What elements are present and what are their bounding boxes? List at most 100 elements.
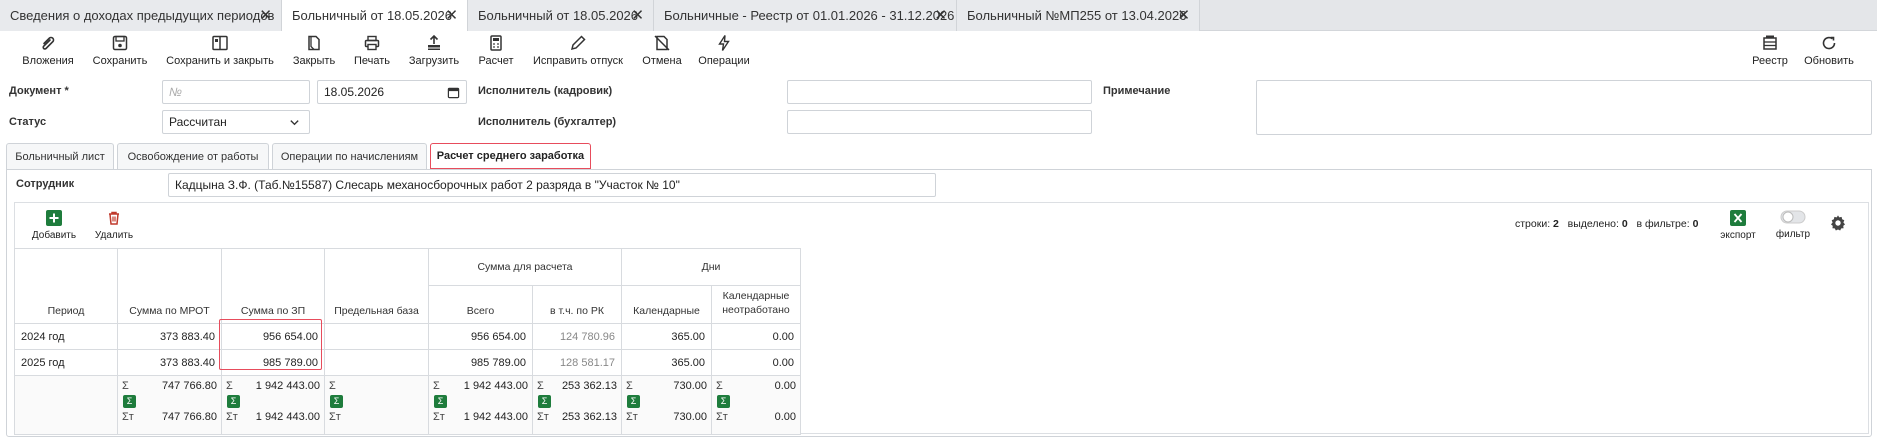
add-button[interactable]: Добавить — [28, 210, 80, 241]
close-button[interactable]: Закрыть — [288, 34, 340, 72]
print-button[interactable]: Печать — [350, 34, 394, 72]
status-select[interactable]: Рассчитан — [162, 110, 310, 134]
tab-accrual-operations[interactable]: Операции по начислениям — [272, 143, 427, 169]
sigma-button[interactable]: Σ — [538, 395, 551, 408]
sum-unworked: Σ 0.00 Σ Σт 0.00 — [711, 375, 801, 435]
doc-tab-label: Больничные - Реестр от 01.01.2026 - 31.1… — [664, 8, 955, 23]
cell-total[interactable]: 985 789.00 — [428, 349, 533, 376]
cancel-button[interactable]: Отмена — [638, 34, 686, 72]
calculate-button[interactable]: Расчет — [474, 34, 518, 72]
tab-work-release[interactable]: Освобождение от работы — [117, 143, 269, 169]
attachments-button[interactable]: Вложения — [20, 34, 76, 72]
gear-icon[interactable] — [1829, 214, 1847, 232]
sigma-icon: Σ — [329, 380, 336, 392]
close-icon[interactable]: ✕ — [259, 8, 272, 23]
employee-label: Сотрудник — [16, 178, 75, 190]
table-row[interactable]: 2025 год 373 883.40 985 789.00 985 789.0… — [14, 349, 801, 376]
sum-mrot: Σ 747 766.80 Σ Σт 747 766.80 — [117, 375, 222, 435]
cell-mrot[interactable]: 373 883.40 — [117, 349, 222, 376]
cell-period[interactable]: 2025 год — [14, 349, 118, 376]
close-document-icon — [308, 35, 320, 51]
paperclip-icon — [42, 36, 55, 50]
note-field[interactable] — [1256, 80, 1872, 135]
sigma-icon: Σ — [226, 380, 233, 392]
fix-vacation-button[interactable]: Исправить отпуск — [528, 34, 628, 72]
refresh-button[interactable]: Обновить — [1802, 34, 1856, 72]
cell-limit[interactable] — [324, 323, 429, 350]
header-mrot[interactable]: Сумма по МРОТ — [117, 248, 222, 324]
header-zp[interactable]: Сумма по ЗП — [221, 248, 325, 324]
close-icon[interactable]: ✕ — [934, 8, 947, 23]
load-button[interactable]: Загрузить — [404, 34, 464, 72]
sum-total: Σ1 942 443.00 Σ Σт 1 942 443.00 — [428, 375, 533, 435]
cell-mrot[interactable]: 373 883.40 — [117, 323, 222, 350]
refresh-icon — [1822, 36, 1836, 50]
filter-toggle[interactable]: фильтр — [1772, 210, 1814, 240]
sigma-button[interactable]: Σ — [717, 395, 730, 408]
toggle-switch-icon — [1780, 210, 1806, 224]
doc-tab-sick-leave[interactable]: Больничный от 18.05.2026 ✕ — [468, 0, 654, 31]
cell-period[interactable]: 2024 год — [14, 323, 118, 350]
registry-button[interactable]: Реестр — [1748, 34, 1792, 72]
doc-tab-income-info[interactable]: Сведения о доходах предыдущих периодов ✕ — [0, 0, 282, 31]
close-icon[interactable]: ✕ — [1177, 8, 1190, 23]
cell-unworked[interactable]: 0.00 — [711, 323, 801, 350]
doc-tab-registry[interactable]: Больничные - Реестр от 01.01.2026 - 31.1… — [654, 0, 957, 31]
excel-icon — [1730, 210, 1746, 226]
lightning-icon — [718, 35, 730, 51]
header-period[interactable]: Период — [14, 248, 118, 324]
floppy-disk-icon — [112, 35, 128, 51]
header-rk[interactable]: в т.ч. по РК — [532, 285, 622, 324]
cell-calendar[interactable]: 365.00 — [621, 349, 712, 376]
totals-row: Σ 747 766.80 Σ Σт 747 766.80 Σ1 942 443.00… — [14, 375, 801, 435]
delete-button[interactable]: Удалить — [92, 210, 136, 241]
cell-rk[interactable]: 124 780.96 — [532, 323, 622, 350]
save-and-close-button[interactable]: Сохранить и закрыть — [164, 34, 276, 72]
sigma-icon: Σ — [122, 380, 129, 392]
table-row[interactable]: 2024 год 373 883.40 956 654.00 956 654.0… — [14, 323, 801, 350]
executor-accountant-field[interactable] — [787, 110, 1092, 134]
sigma-button[interactable]: Σ — [627, 395, 640, 408]
sigma-button[interactable]: Σ — [227, 395, 240, 408]
header-calendar-unworked[interactable]: Календарные неотработано — [711, 285, 801, 324]
save-close-icon — [212, 35, 228, 51]
average-earnings-table: Период Сумма по МРОТ Сумма по ЗП Предель… — [14, 248, 801, 435]
close-icon[interactable]: ✕ — [445, 8, 458, 23]
cell-unworked[interactable]: 0.00 — [711, 349, 801, 376]
note-label: Примечание — [1103, 85, 1171, 97]
tab-sick-leave-sheet[interactable]: Больничный лист — [6, 143, 114, 169]
cell-rk[interactable]: 128 581.17 — [532, 349, 622, 376]
sum-period — [14, 375, 118, 435]
export-button[interactable]: экспорт — [1716, 210, 1760, 241]
sigma-filter-icon: Σт — [626, 411, 638, 423]
header-total[interactable]: Всего — [428, 285, 533, 324]
operations-button[interactable]: Операции — [696, 34, 752, 72]
cell-limit[interactable] — [324, 349, 429, 376]
highlight-zp-cells — [219, 319, 322, 370]
tab-average-earnings[interactable]: Расчет среднего заработка — [430, 143, 591, 169]
employee-field[interactable]: Кадцына З.Ф. (Таб.№15587) Слесарь механо… — [168, 173, 936, 197]
doc-tab-sick-leave-active[interactable]: Больничный от 18.05.2026 ✕ — [282, 0, 468, 31]
header-limit-base[interactable]: Предельная база — [324, 248, 429, 324]
close-icon[interactable]: ✕ — [631, 8, 644, 23]
cell-total[interactable]: 956 654.00 — [428, 323, 533, 350]
executor-hr-field[interactable] — [787, 80, 1092, 104]
sum-zp: Σ1 942 443.00 Σ Σт 1 942 443.00 — [221, 375, 325, 435]
calendar-icon[interactable] — [447, 86, 460, 99]
document-date-field[interactable]: 18.05.2026 — [317, 80, 467, 104]
document-number-field[interactable]: № — [162, 80, 310, 104]
cell-calendar[interactable]: 365.00 — [621, 323, 712, 350]
save-button[interactable]: Сохранить — [90, 34, 150, 72]
cancel-document-icon — [654, 35, 670, 51]
sigma-button[interactable]: Σ — [434, 395, 447, 408]
doc-tab-label: Сведения о доходах предыдущих периодов — [10, 8, 275, 23]
doc-tab-sick-leave-mp255[interactable]: Больничный №МП255 от 13.04.2026 ✕ — [957, 0, 1200, 31]
doc-tab-label: Больничный от 18.05.2026 — [292, 8, 453, 23]
header-calendar[interactable]: Календарные — [621, 285, 712, 324]
sigma-filter-icon: Σт — [537, 411, 549, 423]
sigma-button[interactable]: Σ — [330, 395, 343, 408]
sigma-button[interactable]: Σ — [123, 395, 136, 408]
trash-icon — [109, 211, 119, 225]
sum-rk: Σ 253 362.13 Σ Σт 253 362.13 — [532, 375, 622, 435]
status-label: Статус — [9, 116, 47, 128]
